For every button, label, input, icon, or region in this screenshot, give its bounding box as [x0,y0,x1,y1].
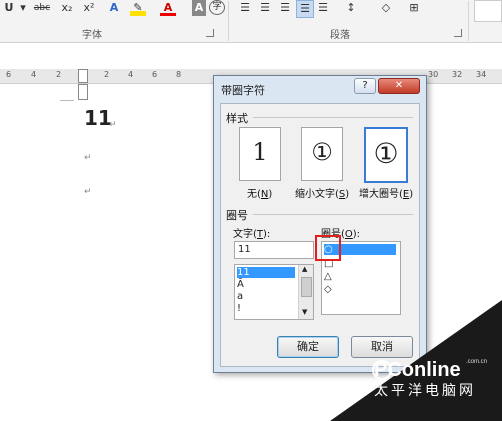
watermark-tagline: 太平洋电脑网 [374,383,476,399]
style-enlarge-preview: ① [373,137,399,170]
close-icon: ✕ [394,80,404,91]
divider [253,117,413,118]
text-list-scrollbar[interactable]: ▲ ▼ [298,265,313,319]
ruler-tick: 6 [6,70,12,79]
ruler-tick: 2 [56,70,62,79]
highlight-color-button[interactable]: ✎ [130,0,146,16]
style-shrink-preview: ① [311,138,333,166]
ribbon: U ▾ abc x₂ x² A ✎ A A 字 ☰ ☰ ☰ ☰ ☰ ↕ ◇ ⊞ … [0,0,502,43]
ruler-tick: 34 [476,70,487,79]
divider [253,214,413,215]
ruler-tick: 32 [452,70,463,79]
dialog-title-bar[interactable]: 带圈字符 ? ✕ [214,76,426,102]
paragraph-group-label: 段落 [330,30,350,41]
watermark-brand: PConline [374,359,461,381]
style-shrink-label[interactable]: 缩小文字(S) [295,185,349,200]
style-none-option[interactable]: 1 [239,127,281,181]
styles-gallery[interactable] [474,0,502,22]
ruler-tick: 4 [31,70,37,79]
scroll-up-icon[interactable]: ▲ [302,265,307,273]
subscript-button[interactable]: x₂ [58,0,76,16]
superscript-button[interactable]: x² [80,0,98,16]
text-list[interactable]: 11 Ā a ! ▲ ▼ [234,264,314,320]
strikethrough-button[interactable]: abc [30,0,54,16]
underline-button[interactable]: U [2,0,16,16]
align-left-icon[interactable]: ☰ [238,0,252,16]
scroll-thumb[interactable] [301,277,312,297]
font-dialog-launcher[interactable] [206,29,214,37]
align-right-icon[interactable]: ☰ [278,0,292,16]
watermark: PConline .com.cn 太平洋电脑网 [330,300,502,421]
close-button[interactable]: ✕ [378,78,420,94]
style-enlarge-symbol-option[interactable]: ① [364,127,408,183]
paragraph-dialog-launcher[interactable] [454,29,462,37]
divider [468,1,469,41]
list-item[interactable]: ! [237,303,295,314]
list-item[interactable]: △ [324,271,396,282]
style-enlarge-label[interactable]: 增大圈号(E) [359,185,413,200]
distributed-icon[interactable]: ☰ [316,0,330,16]
justify-icon[interactable]: ☰ [296,0,314,18]
text-input[interactable]: 11 [234,241,314,259]
text-effects-button[interactable]: A [106,0,122,16]
help-icon: ? [362,80,368,91]
borders-icon[interactable]: ⊞ [404,0,424,16]
chevron-down-icon[interactable]: ▾ [20,0,26,16]
ruler-tick: 6 [152,70,158,79]
paragraph-mark: ↵ [84,153,92,163]
list-item[interactable]: 11 [237,267,295,278]
character-shading-button[interactable]: A [192,0,206,16]
ruler-tick: 8 [176,70,182,79]
style-shrink-text-option[interactable]: ① [301,127,343,181]
enclosure-section-label: 圈号 [226,209,248,222]
font-color-button[interactable]: A [160,0,176,16]
document-text[interactable]: 11 [84,106,112,130]
style-section-label: 样式 [226,112,248,125]
align-center-icon[interactable]: ☰ [258,0,272,16]
list-item[interactable]: a [237,291,295,302]
line-spacing-icon[interactable]: ↕ [342,0,360,16]
help-button[interactable]: ? [354,78,376,94]
font-group-label: 字体 [82,30,102,41]
scroll-down-icon[interactable]: ▼ [302,308,307,316]
divider [228,1,229,41]
ruler-tick: 2 [104,70,110,79]
watermark-domain: .com.cn [466,359,487,365]
margin-corner [60,100,74,101]
ruler-tick: 4 [128,70,134,79]
paragraph-mark: ↵ [84,187,92,197]
text-input-value: 11 [238,244,251,255]
highlight-pen-icon: ✎ [133,1,143,14]
style-none-preview: 1 [252,138,268,166]
ruler-tick: 30 [428,70,439,79]
list-item[interactable]: ◇ [324,284,396,295]
enclose-characters-button[interactable]: 字 [209,0,225,15]
dialog-title: 带圈字符 [221,84,265,97]
indent-marker[interactable] [78,69,88,83]
style-none-label[interactable]: 无(N) [247,185,272,200]
list-item[interactable]: Ā [237,279,295,290]
paragraph-mark: ↵ [109,120,117,130]
shading-icon[interactable]: ◇ [376,0,396,16]
hanging-indent-marker[interactable] [78,84,88,100]
highlight-box [315,235,341,261]
text-field-label: 文字(T): [233,229,271,240]
